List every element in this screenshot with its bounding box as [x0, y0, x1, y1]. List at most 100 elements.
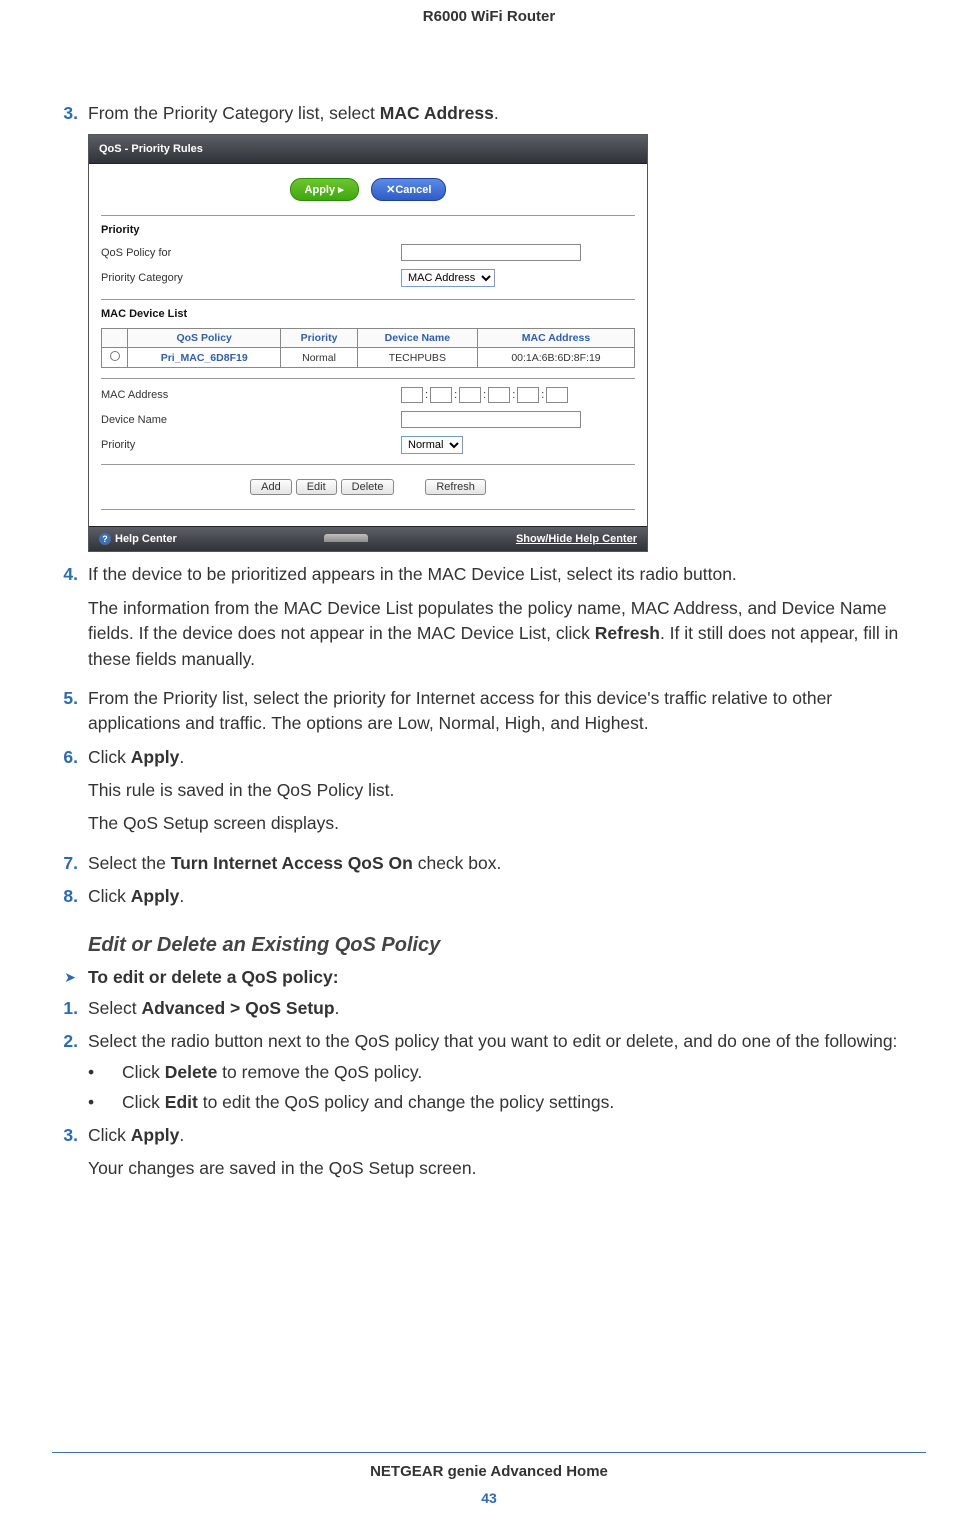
- bullet-icon: •: [88, 1090, 122, 1115]
- delete-button[interactable]: Delete: [341, 479, 395, 495]
- field-label: Device Name: [101, 414, 401, 426]
- text: From the Priority Category list, select: [88, 103, 380, 123]
- step-text: Click Apply. This rule is saved in the Q…: [88, 745, 926, 843]
- bold-text: Refresh: [595, 623, 660, 643]
- step-text: Click Apply.: [88, 884, 926, 909]
- window-body: Apply ▸ ✕Cancel Priority QoS Policy for …: [89, 164, 647, 551]
- top-buttons: Apply ▸ ✕Cancel: [89, 170, 647, 211]
- bold-text: Apply: [131, 886, 180, 906]
- qos-policy-for-input[interactable]: [401, 244, 581, 261]
- step-number: 2.: [52, 1029, 88, 1054]
- step-text: Click Apply. Your changes are saved in t…: [88, 1123, 926, 1188]
- text: Click: [88, 886, 131, 906]
- text: .: [179, 747, 184, 767]
- apply-button[interactable]: Apply ▸: [290, 178, 359, 201]
- bold-text: Apply: [131, 1125, 180, 1145]
- row-device: TECHPUBS: [357, 348, 477, 368]
- bullet-edit: • Click Edit to edit the QoS policy and …: [88, 1090, 926, 1115]
- priority-category-row: Priority Category MAC Address: [101, 265, 635, 291]
- step-text: Select the Turn Internet Access QoS On c…: [88, 851, 926, 876]
- field-label: Priority Category: [101, 272, 401, 284]
- edit-button[interactable]: Edit: [296, 479, 337, 495]
- help-center-label[interactable]: ?Help Center: [99, 533, 177, 545]
- table-row: Pri_MAC_6D8F19 Normal TECHPUBS 00:1A:6B:…: [102, 348, 635, 368]
- step-number: 3.: [52, 101, 88, 126]
- help-icon: ?: [99, 533, 111, 545]
- text: .: [179, 886, 184, 906]
- bullet-icon: •: [88, 1060, 122, 1085]
- text: to edit the QoS policy and change the po…: [198, 1092, 614, 1112]
- priority-category-select[interactable]: MAC Address: [401, 269, 495, 287]
- add-button[interactable]: Add: [250, 479, 292, 495]
- radio-icon: [110, 351, 120, 361]
- bold-text: Edit: [165, 1092, 198, 1112]
- step-number: 4.: [52, 562, 88, 678]
- text: Your changes are saved in the QoS Setup …: [88, 1156, 926, 1181]
- cancel-button[interactable]: ✕Cancel: [371, 178, 446, 201]
- step-text: Select the radio button next to the QoS …: [88, 1029, 926, 1054]
- device-name-input[interactable]: [401, 411, 581, 428]
- bold-text: Apply: [131, 747, 180, 767]
- refresh-button[interactable]: Refresh: [425, 479, 486, 495]
- bold-text: MAC Address: [380, 103, 494, 123]
- row-radio-cell[interactable]: [102, 348, 128, 368]
- bold-text: Advanced > QoS Setup: [142, 998, 335, 1018]
- text: .: [179, 1125, 184, 1145]
- bullet-delete: • Click Delete to remove the QoS policy.: [88, 1060, 926, 1085]
- edit-step-3: 3. Click Apply. Your changes are saved i…: [52, 1123, 926, 1188]
- priority-select[interactable]: Normal: [401, 436, 463, 454]
- footer-rule: [52, 1452, 926, 1453]
- text: This rule is saved in the QoS Policy lis…: [88, 778, 926, 803]
- step-5: 5. From the Priority list, select the pr…: [52, 686, 926, 737]
- step-7: 7. Select the Turn Internet Access QoS O…: [52, 851, 926, 876]
- edit-step-1: 1. Select Advanced > QoS Setup.: [52, 996, 926, 1021]
- step-number: 1.: [52, 996, 88, 1021]
- page-header: R6000 WiFi Router: [0, 0, 978, 25]
- qos-policy-for-row: QoS Policy for: [101, 240, 635, 265]
- col-device-name: Device Name: [357, 329, 477, 348]
- page-footer: NETGEAR genie Advanced Home 43: [0, 1452, 978, 1506]
- step-6: 6. Click Apply. This rule is saved in th…: [52, 745, 926, 843]
- row-mac: 00:1A:6B:6D:8F:19: [477, 348, 634, 368]
- field-label: Priority: [101, 439, 401, 451]
- action-buttons: AddEditDelete Refresh: [101, 471, 635, 505]
- step-text: From the Priority Category list, select …: [88, 101, 926, 126]
- mac-device-table: QoS Policy Priority Device Name MAC Addr…: [101, 328, 635, 368]
- text: If the device to be prioritized appears …: [88, 564, 737, 584]
- mac-address-row: MAC Address :::::: [101, 383, 635, 407]
- window-titlebar: QoS - Priority Rules: [89, 135, 647, 164]
- step-8: 8. Click Apply.: [52, 884, 926, 909]
- col-mac-address: MAC Address: [477, 329, 634, 348]
- qos-screenshot: QoS - Priority Rules Apply ▸ ✕Cancel Pri…: [88, 134, 648, 552]
- device-name-row: Device Name: [101, 407, 635, 432]
- field-label: QoS Policy for: [101, 247, 401, 259]
- step-number: 8.: [52, 884, 88, 909]
- bold-text: Turn Internet Access QoS On: [171, 853, 413, 873]
- show-hide-help-link[interactable]: Show/Hide Help Center: [516, 533, 637, 545]
- text: .: [494, 103, 499, 123]
- subheading: Edit or Delete an Existing QoS Policy: [88, 934, 926, 957]
- row-priority: Normal: [281, 348, 357, 368]
- text: Select the: [88, 853, 171, 873]
- bold-text: Delete: [165, 1062, 218, 1082]
- mac-address-inputs[interactable]: :::::: [401, 387, 568, 403]
- text: check box.: [413, 853, 502, 873]
- page-number: 43: [0, 1490, 978, 1506]
- procedure-title: To edit or delete a QoS policy:: [88, 967, 339, 988]
- step-number: 6.: [52, 745, 88, 843]
- priority-row: Priority Normal: [101, 432, 635, 458]
- step-text: Select Advanced > QoS Setup.: [88, 996, 926, 1021]
- col-priority: Priority: [281, 329, 357, 348]
- step-3: 3. From the Priority Category list, sele…: [52, 101, 926, 126]
- text: Select: [88, 998, 142, 1018]
- step-text: From the Priority list, select the prior…: [88, 686, 926, 737]
- arrow-icon: ➤: [52, 967, 88, 988]
- step-4: 4. If the device to be prioritized appea…: [52, 562, 926, 678]
- drawer-tab-icon[interactable]: [324, 534, 368, 542]
- help-footer: ?Help Center Show/Hide Help Center: [89, 526, 647, 551]
- mac-device-list-label: MAC Device List: [101, 304, 635, 324]
- procedure-heading: ➤ To edit or delete a QoS policy:: [52, 967, 926, 988]
- row-policy[interactable]: Pri_MAC_6D8F19: [128, 348, 281, 368]
- edit-step-2: 2. Select the radio button next to the Q…: [52, 1029, 926, 1054]
- footer-text: NETGEAR genie Advanced Home: [0, 1463, 978, 1480]
